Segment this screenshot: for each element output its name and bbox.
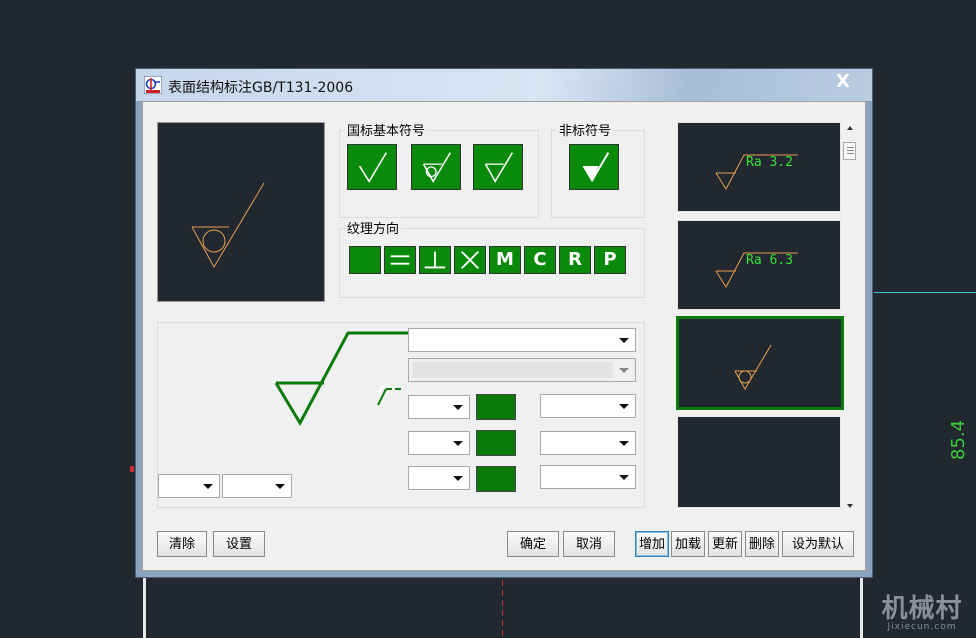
cross-icon — [460, 250, 480, 270]
param-right-combo-3[interactable] — [540, 465, 636, 489]
chevron-down-icon — [203, 484, 213, 489]
surface-structure-dialog: 表面结构标注GB/T131-2006 X 国标基本符号 非标符号 纹理方向 M … — [135, 68, 873, 578]
load-button[interactable]: 加载 — [671, 531, 705, 557]
cad-drawing-line — [874, 292, 976, 293]
basic-symbols-label: 国标基本符号 — [345, 120, 428, 139]
chevron-down-icon — [619, 441, 629, 446]
ok-button[interactable]: 确定 — [507, 531, 559, 557]
color-swatch-2[interactable] — [476, 430, 516, 456]
lower-value-combo[interactable] — [408, 358, 636, 382]
preset-list[interactable]: Ra 3.2 Ra 6.3 — [673, 120, 857, 514]
nonstandard-symbols-label: 非标符号 — [557, 120, 614, 139]
texture-perpendicular-button[interactable] — [419, 246, 451, 274]
preset-item-3[interactable] — [676, 316, 844, 410]
add-button[interactable]: 增加 — [635, 531, 669, 557]
param-right-combo-1[interactable] — [540, 394, 636, 418]
watermark: 机械村 Jixiecun.com — [872, 588, 972, 632]
scroll-down-icon[interactable] — [847, 504, 853, 508]
texture-crossed-button[interactable] — [454, 246, 486, 274]
cad-center-line — [502, 580, 503, 638]
cad-drawing-line — [143, 578, 146, 638]
preset-symbol-icon — [734, 344, 772, 391]
preset-item-4[interactable] — [677, 416, 841, 508]
cad-center-line — [130, 466, 134, 472]
parallel-icon — [390, 255, 410, 265]
window-title: 表面结构标注GB/T131-2006 — [168, 80, 354, 96]
color-swatch-3[interactable] — [476, 466, 516, 492]
basic-symbol-any-button[interactable] — [347, 144, 397, 190]
param-left-combo-2[interactable] — [408, 431, 470, 455]
chevron-down-icon — [275, 484, 285, 489]
chevron-down-icon — [619, 338, 629, 343]
texture-m-button[interactable]: M — [489, 246, 521, 274]
preset-item-1[interactable]: Ra 3.2 — [677, 122, 841, 212]
check-circle-symbol-icon — [422, 152, 452, 183]
texture-parallel-button[interactable] — [384, 246, 416, 274]
annotation-editor — [157, 322, 645, 508]
perpendicular-icon — [424, 251, 446, 269]
update-button[interactable]: 更新 — [708, 531, 742, 557]
title-bar[interactable]: 表面结构标注GB/T131-2006 X — [136, 69, 872, 101]
texture-c-button[interactable]: C — [524, 246, 556, 274]
basic-symbol-no-removal-button[interactable] — [411, 144, 461, 190]
chevron-down-icon — [619, 404, 629, 409]
clear-button[interactable]: 清除 — [157, 531, 207, 557]
texture-none-button[interactable] — [349, 246, 381, 274]
chevron-down-icon — [619, 475, 629, 480]
bottom-left-combo-2[interactable] — [222, 474, 292, 498]
symbol-preview — [157, 122, 325, 302]
param-left-combo-1[interactable] — [408, 395, 470, 419]
scroll-up-icon[interactable] — [847, 126, 853, 130]
param-right-combo-2[interactable] — [540, 431, 636, 455]
check-triangle-symbol-icon — [484, 152, 514, 183]
set-default-button[interactable]: 设为默认 — [782, 531, 854, 557]
chevron-down-icon — [453, 476, 463, 481]
preset-ra-label: Ra 3.2 — [746, 155, 793, 170]
chevron-down-icon — [453, 441, 463, 446]
param-left-combo-3[interactable] — [408, 466, 470, 490]
app-icon — [144, 76, 162, 94]
basic-symbol-removal-button[interactable] — [473, 144, 523, 190]
delete-button[interactable]: 删除 — [745, 531, 779, 557]
cancel-button[interactable]: 取消 — [563, 531, 615, 557]
watermark-main: 机械村 — [881, 594, 963, 624]
preset-scrollbar[interactable] — [843, 120, 857, 514]
cad-dimension-text: 85.4 — [948, 419, 969, 460]
dialog-client-area: 国标基本符号 非标符号 纹理方向 M C R P Ra 3.2 Ra 6.3 清… — [142, 101, 866, 571]
bottom-left-combo-1[interactable] — [158, 474, 220, 498]
check-symbol-icon — [358, 152, 388, 183]
texture-direction-label: 纹理方向 — [345, 218, 402, 237]
color-swatch-1[interactable] — [476, 394, 516, 420]
cad-drawing-line — [860, 578, 863, 638]
nonstandard-symbol-button[interactable] — [569, 144, 619, 190]
scroll-thumb[interactable] — [843, 142, 856, 160]
preset-ra-label: Ra 6.3 — [746, 253, 793, 268]
chevron-down-icon — [619, 368, 629, 373]
upper-value-combo[interactable] — [408, 328, 636, 352]
texture-r-button[interactable]: R — [559, 246, 591, 274]
texture-p-button[interactable]: P — [594, 246, 626, 274]
chevron-down-icon — [453, 405, 463, 410]
preview-symbol-icon — [191, 182, 265, 269]
close-button[interactable]: X — [830, 71, 856, 93]
filled-check-symbol-icon — [582, 152, 610, 183]
preset-item-2[interactable]: Ra 6.3 — [677, 220, 841, 310]
settings-button[interactable]: 设置 — [213, 531, 265, 557]
